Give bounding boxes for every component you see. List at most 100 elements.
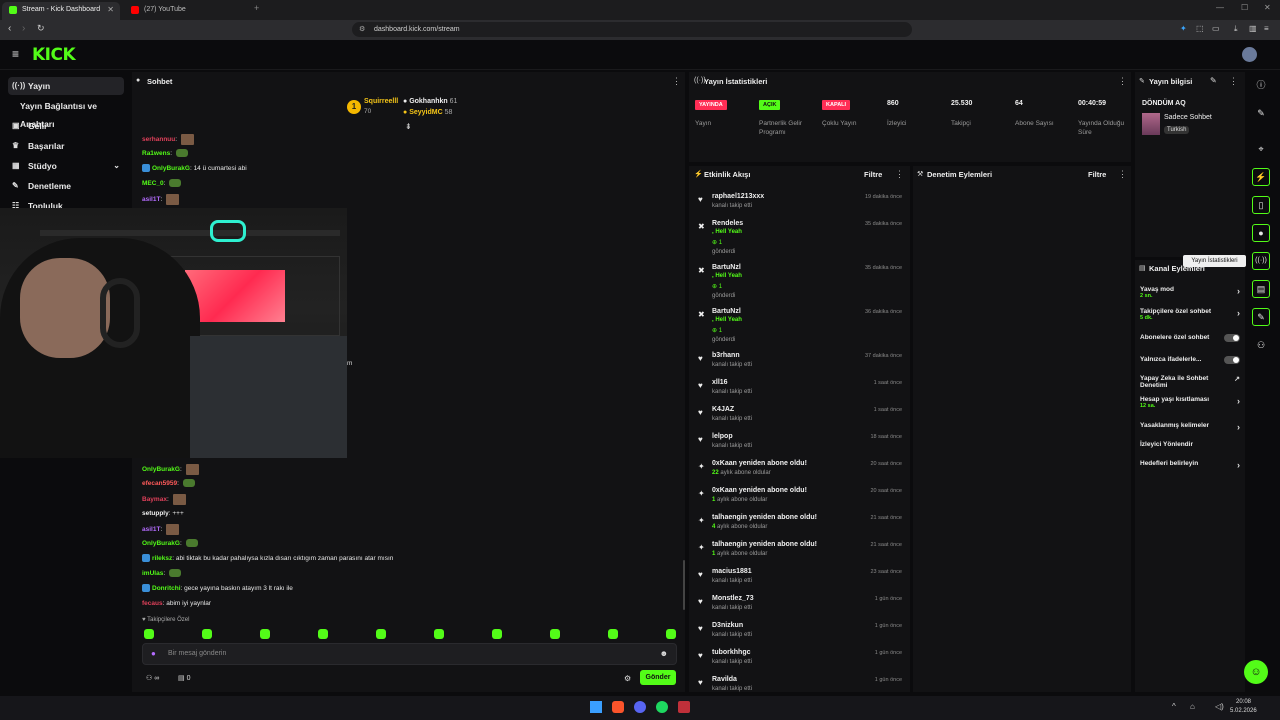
send-button[interactable]: Gönder — [640, 670, 676, 685]
nav-item-denetleme[interactable]: ✎ Denetleme — [8, 177, 124, 195]
top-gifter-name[interactable]: Squirreelll — [364, 98, 398, 105]
emote-picker-icon[interactable] — [260, 629, 270, 639]
chat-username[interactable]: OnlyBurakG — [152, 165, 190, 172]
notes-toggle-icon[interactable]: ▯ — [1252, 196, 1270, 214]
category-name[interactable]: Sadece Sohbet — [1164, 114, 1212, 121]
address-bar[interactable]: ⚙ dashboard.kick.com/stream — [352, 22, 912, 37]
clock-date[interactable]: 5.02.2026 — [1230, 708, 1257, 714]
chat-username[interactable]: fecaus — [142, 600, 163, 607]
chat-username[interactable]: Ra1wens — [142, 150, 170, 157]
extensions-icon[interactable]: ⬚ — [1196, 24, 1204, 33]
activity-item[interactable]: ✦ 0xKaan yeniden abone oldu! 20 saat önce 2… — [690, 458, 910, 485]
reload-icon[interactable]: ↻ — [37, 23, 45, 34]
activity-item[interactable]: ♥ tuborkhhgc 1 gün önce kanalı takip etti — [690, 647, 910, 674]
chat-username[interactable]: MEC_0 — [142, 180, 164, 187]
info-icon[interactable]: ⓘ — [1252, 76, 1270, 94]
chat-more-icon[interactable]: ⋮ — [672, 76, 681, 87]
emote-picker-icon[interactable] — [202, 629, 212, 639]
help-chat-button[interactable]: ☺ — [1244, 660, 1268, 684]
sidebar-icon[interactable]: ▥ — [1249, 24, 1257, 33]
channel-action-item[interactable]: Yavaş mod 2 sn. › — [1140, 286, 1240, 299]
activity-item[interactable]: ✖ BartuNzl 36 dakika önce , Hell Yeah ⊕ 1 gön… — [690, 306, 910, 350]
maximize-icon[interactable]: ☐ — [1241, 3, 1248, 12]
stream-info-more-icon[interactable]: ⋮ — [1229, 76, 1238, 87]
nav-item-stream-key[interactable]: Yayın Bağlantısı ve Anahtarı — [8, 97, 124, 129]
inbox-icon[interactable]: ▤ 0 — [178, 674, 190, 682]
emote-picker-icon[interactable] — [318, 629, 328, 639]
activity-item[interactable]: ♥ macius1881 23 saat önce kanalı takip etti — [690, 566, 910, 593]
channel-actions-toggle-icon[interactable]: ▤ — [1252, 280, 1270, 298]
chat-toggle-icon[interactable]: ● — [1252, 224, 1270, 242]
activity-item[interactable]: ♥ Monstlez_73 1 gün önce kanalı takip etti — [690, 593, 910, 620]
tab-kick-dashboard[interactable]: Stream - Kick Dashboard ✕ — [2, 2, 120, 20]
volume-icon[interactable]: ◁) — [1215, 702, 1224, 711]
edit-icon[interactable]: ✎ — [1210, 76, 1217, 85]
expand-icon[interactable]: ⇟ — [405, 122, 412, 131]
activity-item[interactable]: ✦ talhaengin yeniden abone oldu! 21 saat ö… — [690, 512, 910, 539]
activity-item[interactable]: ✖ BartuNzl 35 dakika önce , Hell Yeah ⊕ 1 gön… — [690, 262, 910, 306]
channel-action-item[interactable]: Yasaklanmış kelimeler › — [1140, 422, 1240, 432]
channel-action-item[interactable]: Hesap yaşı kısıtlaması 12 sa. › — [1140, 396, 1240, 409]
stats-more-icon[interactable]: ⋮ — [1118, 76, 1127, 87]
emote-picker-icon[interactable] — [434, 629, 444, 639]
moderation-more-icon[interactable]: ⋮ — [1118, 169, 1127, 180]
channel-action-item[interactable]: Yapay Zeka ile Sohbet Denetimi ↗ — [1140, 375, 1240, 389]
tray-arrow-icon[interactable]: ^ — [1172, 702, 1176, 711]
wallet-icon[interactable]: ▭ — [1212, 24, 1220, 33]
emote-picker-icon[interactable] — [550, 629, 560, 639]
chat-username[interactable]: rileksz — [152, 555, 172, 562]
mic-icon[interactable]: ● — [151, 649, 156, 658]
download-icon[interactable]: ⤓ — [1234, 24, 1238, 34]
chat-input[interactable]: ● Bir mesaj gönderin ☻ — [142, 643, 677, 665]
emoji-icon[interactable]: ☻ — [660, 649, 668, 658]
activity-item[interactable]: ♥ D3nizkun 1 gün önce kanalı takip etti — [690, 620, 910, 647]
windows-start-icon[interactable] — [590, 701, 602, 713]
chat-username[interactable]: Baymax — [142, 496, 167, 503]
network-icon[interactable]: ⌂ — [1190, 702, 1195, 711]
channel-action-item[interactable]: Yalnızca ifadelerle... — [1140, 356, 1240, 364]
menu-icon[interactable]: ≡ — [1264, 24, 1269, 33]
emote-picker-icon[interactable] — [376, 629, 386, 639]
back-icon[interactable]: ‹ — [8, 23, 11, 34]
add-widget-icon[interactable]: ⚇ — [1252, 336, 1270, 354]
forward-icon[interactable]: › — [22, 23, 25, 34]
chat-username[interactable]: efecan5959 — [142, 480, 177, 487]
gifter-2[interactable]: ● Gokhanhkn 61 — [403, 98, 457, 105]
activity-item[interactable]: ✦ 0xKaan yeniden abone oldu! 20 saat önce 1… — [690, 485, 910, 512]
emote-picker-icon[interactable] — [144, 629, 154, 639]
crosshair-icon[interactable]: ⌖ — [1252, 140, 1270, 158]
spotify-taskbar-icon[interactable] — [656, 701, 668, 713]
chat-username[interactable]: serhannuu — [142, 136, 175, 143]
activity-item[interactable]: ✖ Rendeles 35 dakika önce , Hell Yeah ⊕ 1 gön… — [690, 218, 910, 262]
chat-username[interactable]: setupply — [142, 510, 169, 517]
moderation-filter-button[interactable]: Filtre — [1088, 170, 1106, 179]
pencil-icon[interactable]: ✎ — [1252, 104, 1270, 122]
stats-toggle-icon[interactable]: ((·)) — [1252, 252, 1270, 270]
activity-filter-button[interactable]: Filtre — [864, 170, 882, 179]
close-tab-icon[interactable]: ✕ — [107, 2, 114, 18]
avatar[interactable] — [1242, 47, 1257, 62]
nav-item-yayin[interactable]: ((·)) Yayın — [8, 77, 124, 95]
toggle-switch[interactable] — [1224, 334, 1240, 342]
activity-item[interactable]: ♥ raphael1213xxx 19 dakika önce kanalı taki… — [690, 191, 910, 218]
emote-picker-icon[interactable] — [608, 629, 618, 639]
app-taskbar-icon[interactable] — [678, 701, 690, 713]
chat-settings-icon[interactable]: ⚙ — [624, 674, 631, 683]
channel-action-item[interactable]: Takipçilere özel sohbet 5 dk. › — [1140, 308, 1240, 321]
emote-picker-icon[interactable] — [666, 629, 676, 639]
channel-action-item[interactable]: İzleyici Yönlendir — [1140, 441, 1240, 448]
activity-item[interactable]: ♥ K4JAZ 1 saat önce kanalı takip etti — [690, 404, 910, 431]
viewers-icon[interactable]: ⚇ ∞ — [146, 674, 159, 682]
minimize-icon[interactable]: — — [1216, 3, 1224, 12]
activity-item[interactable]: ✦ talhaengin yeniden abone oldu! 21 saat ö… — [690, 539, 910, 566]
discord-taskbar-icon[interactable] — [634, 701, 646, 713]
chat-username[interactable]: OnlyBurakG — [142, 540, 180, 547]
toggle-switch[interactable] — [1224, 356, 1240, 364]
nav-item-studyo[interactable]: ▦ Stüdyo ⌄ — [8, 157, 124, 175]
hamburger-menu-icon[interactable]: ≡ — [12, 47, 19, 61]
chat-username[interactable]: imUlas — [142, 570, 163, 577]
mod-tools-toggle-icon[interactable]: ✎ — [1252, 308, 1270, 326]
chat-username[interactable]: Donritchi — [152, 585, 181, 592]
close-window-icon[interactable]: ✕ — [1264, 3, 1271, 12]
extension-icon[interactable]: ✦ — [1180, 24, 1187, 33]
